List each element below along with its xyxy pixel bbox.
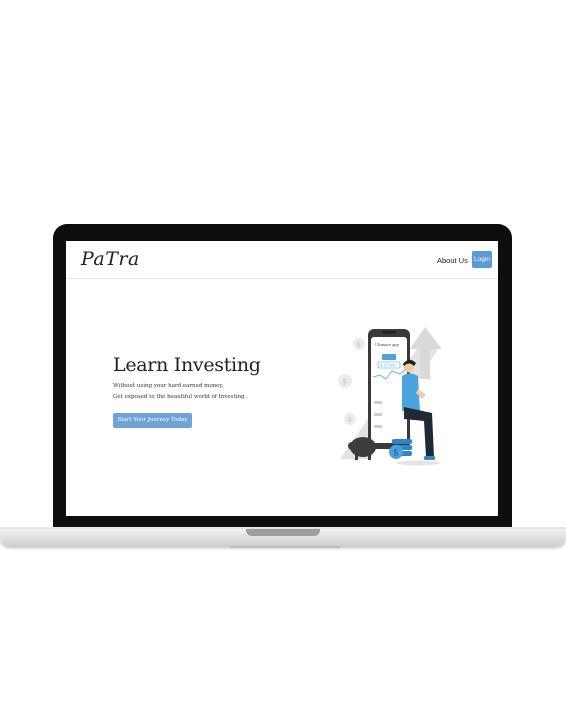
coin-stack <box>392 439 412 444</box>
app-value: $ 23,800 <box>380 364 395 368</box>
app-header: Ultimate app <box>375 343 399 347</box>
coin-symbol: $ <box>342 378 347 387</box>
coin-symbol: $ <box>357 341 361 349</box>
investing-illustration: $ $ $ Ultimate app $ 23,800 $ <box>338 327 442 466</box>
navbar: PaTra About Us Login <box>66 241 498 279</box>
laptop-foot-shadow <box>230 546 340 548</box>
start-journey-button[interactable]: Start Your Journey Today <box>113 413 192 428</box>
piggy-bank-snout <box>348 442 356 450</box>
login-button[interactable]: Login <box>472 251 492 268</box>
app-chat-bubble <box>382 354 396 360</box>
brand-logo[interactable]: PaTra <box>81 248 140 270</box>
piggy-bank-leg <box>368 453 371 460</box>
laptop-notch <box>246 529 320 536</box>
hero-subtitle-line-2: Get exposed to the beautiful world of In… <box>113 394 249 400</box>
phone-speaker <box>382 331 396 334</box>
hero-subtitle-line-1: Without using your hard earned money, <box>113 383 224 389</box>
coin-symbol: $ <box>348 416 352 424</box>
app-list-item <box>374 425 382 428</box>
dollar-coin-symbol: $ <box>393 449 399 459</box>
nav-about-link[interactable]: About Us <box>437 256 468 265</box>
ground-shadow <box>396 460 440 466</box>
hero-title: Learn Investing <box>113 354 261 376</box>
app-list-item <box>374 401 382 404</box>
person-shoe <box>424 456 435 460</box>
app-list-item <box>374 413 382 416</box>
piggy-bank-leg <box>355 453 358 460</box>
laptop-screen: PaTra About Us Login Learn Investing Wit… <box>66 241 498 516</box>
